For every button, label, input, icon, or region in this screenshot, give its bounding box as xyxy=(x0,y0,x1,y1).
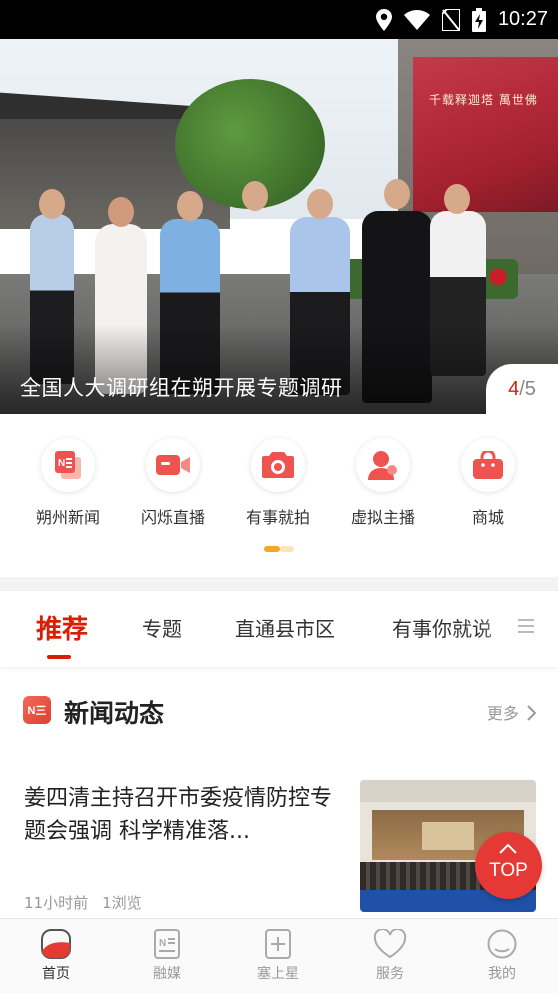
quick-entry-snapshot[interactable]: 有事就拍 xyxy=(228,438,328,528)
billboard-text: 千载释迦塔 萬世佛 xyxy=(429,93,538,107)
channel-tabs: 推荐 专题 直通县市区 有事你就说 xyxy=(0,591,558,667)
nav-saishangxing[interactable]: 塞上星 xyxy=(238,929,318,983)
quick-entry-shuozhou-news[interactable]: N 朔州新闻 xyxy=(18,438,118,528)
section-divider xyxy=(0,577,558,591)
tab-active-underline xyxy=(47,655,71,659)
home-icon xyxy=(41,929,71,959)
nav-media[interactable]: N 融媒 xyxy=(127,929,207,983)
news-section-header: N三 新闻动态 更多 xyxy=(0,680,558,740)
quick-entry-icon-wrap xyxy=(251,438,305,492)
battery-charging-icon xyxy=(471,7,486,32)
news-views: 1浏览 xyxy=(102,894,142,912)
profile-icon xyxy=(487,929,517,959)
clock: 10:27 xyxy=(497,8,548,30)
hero-photo-head xyxy=(242,181,268,211)
page-dot-active xyxy=(264,546,280,552)
news-meta: 11小时前 1浏览 xyxy=(24,892,142,913)
page-dot xyxy=(280,546,294,552)
no-sim-icon xyxy=(441,8,460,31)
nav-label: 服务 xyxy=(376,966,404,982)
quick-entry-label: 朔州新闻 xyxy=(35,508,100,527)
svg-text:N: N xyxy=(58,458,65,469)
back-to-top-button[interactable]: TOP xyxy=(475,832,542,899)
hero-photo-head xyxy=(108,197,134,227)
shopping-bag-icon xyxy=(473,451,503,479)
hero-photo-head xyxy=(177,191,203,221)
nav-services[interactable]: 服务 xyxy=(350,929,430,983)
chevron-up-icon xyxy=(499,844,517,854)
quick-entry-live[interactable]: 闪烁直播 xyxy=(123,438,223,528)
more-label: 更多 xyxy=(486,704,519,723)
quick-entry-icon-wrap xyxy=(356,438,410,492)
quick-entry-mall[interactable]: 商城 xyxy=(438,438,538,528)
chevron-right-icon xyxy=(527,705,537,721)
tab-recommend[interactable]: 推荐 xyxy=(36,609,88,646)
hero-photo-head xyxy=(39,189,65,219)
quick-entry-label: 虚拟主播 xyxy=(350,508,415,527)
quick-entry-virtual-anchor[interactable]: 虚拟主播 xyxy=(333,438,433,528)
bookmark-plus-icon xyxy=(265,929,291,959)
hero-photo-head xyxy=(307,189,333,219)
svg-text:N: N xyxy=(159,938,166,949)
location-icon xyxy=(375,8,392,31)
quick-entry-icon-wrap: N xyxy=(41,438,95,492)
tabs-menu-icon[interactable] xyxy=(518,619,534,635)
nav-profile[interactable]: 我的 xyxy=(462,929,542,983)
heart-icon xyxy=(373,929,407,959)
tab-counties[interactable]: 直通县市区 xyxy=(235,613,335,642)
quick-entry-label: 商城 xyxy=(471,508,504,527)
more-link[interactable]: 更多 xyxy=(486,700,537,724)
camera-icon xyxy=(262,452,294,478)
hero-caption: 全国人大调研组在朔开展专题调研 xyxy=(20,376,343,400)
quick-entry-icon-wrap xyxy=(146,438,200,492)
carousel-page-indicator: 4/5 xyxy=(486,364,558,414)
virtual-anchor-icon xyxy=(368,451,397,480)
hero-carousel[interactable]: 千载释迦塔 萬世佛 全国人大调研组在朔开展专题调研 4/5 xyxy=(0,39,558,414)
media-icon: N xyxy=(154,929,180,959)
nav-label: 首页 xyxy=(42,966,70,982)
news-time: 11小时前 xyxy=(24,894,89,912)
quick-entry-page-dots xyxy=(264,546,294,552)
thumbnail-banner xyxy=(360,780,536,802)
nav-label: 塞上星 xyxy=(257,966,299,982)
bottom-navigation: 首页 N 融媒 塞上星 服务 我的 xyxy=(0,918,558,993)
tabs-fade xyxy=(478,601,518,657)
page-current: 4 xyxy=(508,377,520,400)
tab-topics[interactable]: 专题 xyxy=(142,613,182,642)
hero-photo-billboard: 千载释迦塔 萬世佛 xyxy=(413,57,558,212)
news-paper-icon: N xyxy=(55,451,81,479)
news-section-icon: N三 xyxy=(23,696,51,724)
news-section-title: 新闻动态 xyxy=(64,699,165,728)
video-camera-icon xyxy=(156,455,190,475)
status-bar: 10:27 xyxy=(0,0,558,39)
nav-label: 融媒 xyxy=(153,966,181,982)
tab-speak-up[interactable]: 有事你就说 xyxy=(392,613,492,642)
hero-photo-head xyxy=(384,179,410,209)
quick-entry-icon-wrap xyxy=(461,438,515,492)
nav-label: 我的 xyxy=(488,966,516,982)
quick-entry-label: 闪烁直播 xyxy=(140,508,205,527)
nav-home[interactable]: 首页 xyxy=(16,929,96,983)
hero-photo-head xyxy=(444,184,470,214)
back-to-top-label: TOP xyxy=(489,860,528,881)
page-total: 5 xyxy=(524,377,536,400)
news-list-item[interactable]: 姜四清主持召开市委疫情防控专题会强调 科学精准落... 11小时前 1浏览 xyxy=(0,760,558,918)
app-screen: 10:27 千载释迦塔 萬世佛 全国人大调研组在朔开展专题调研 4/5 N 朔州… xyxy=(0,0,558,993)
quick-entry-grid: N 朔州新闻 闪烁直播 有事就拍 虚拟主播 商城 xyxy=(0,414,558,577)
news-headline: 姜四清主持召开市委疫情防控专题会强调 科学精准落... xyxy=(24,786,333,844)
wifi-icon xyxy=(403,9,430,30)
quick-entry-label: 有事就拍 xyxy=(245,508,310,527)
